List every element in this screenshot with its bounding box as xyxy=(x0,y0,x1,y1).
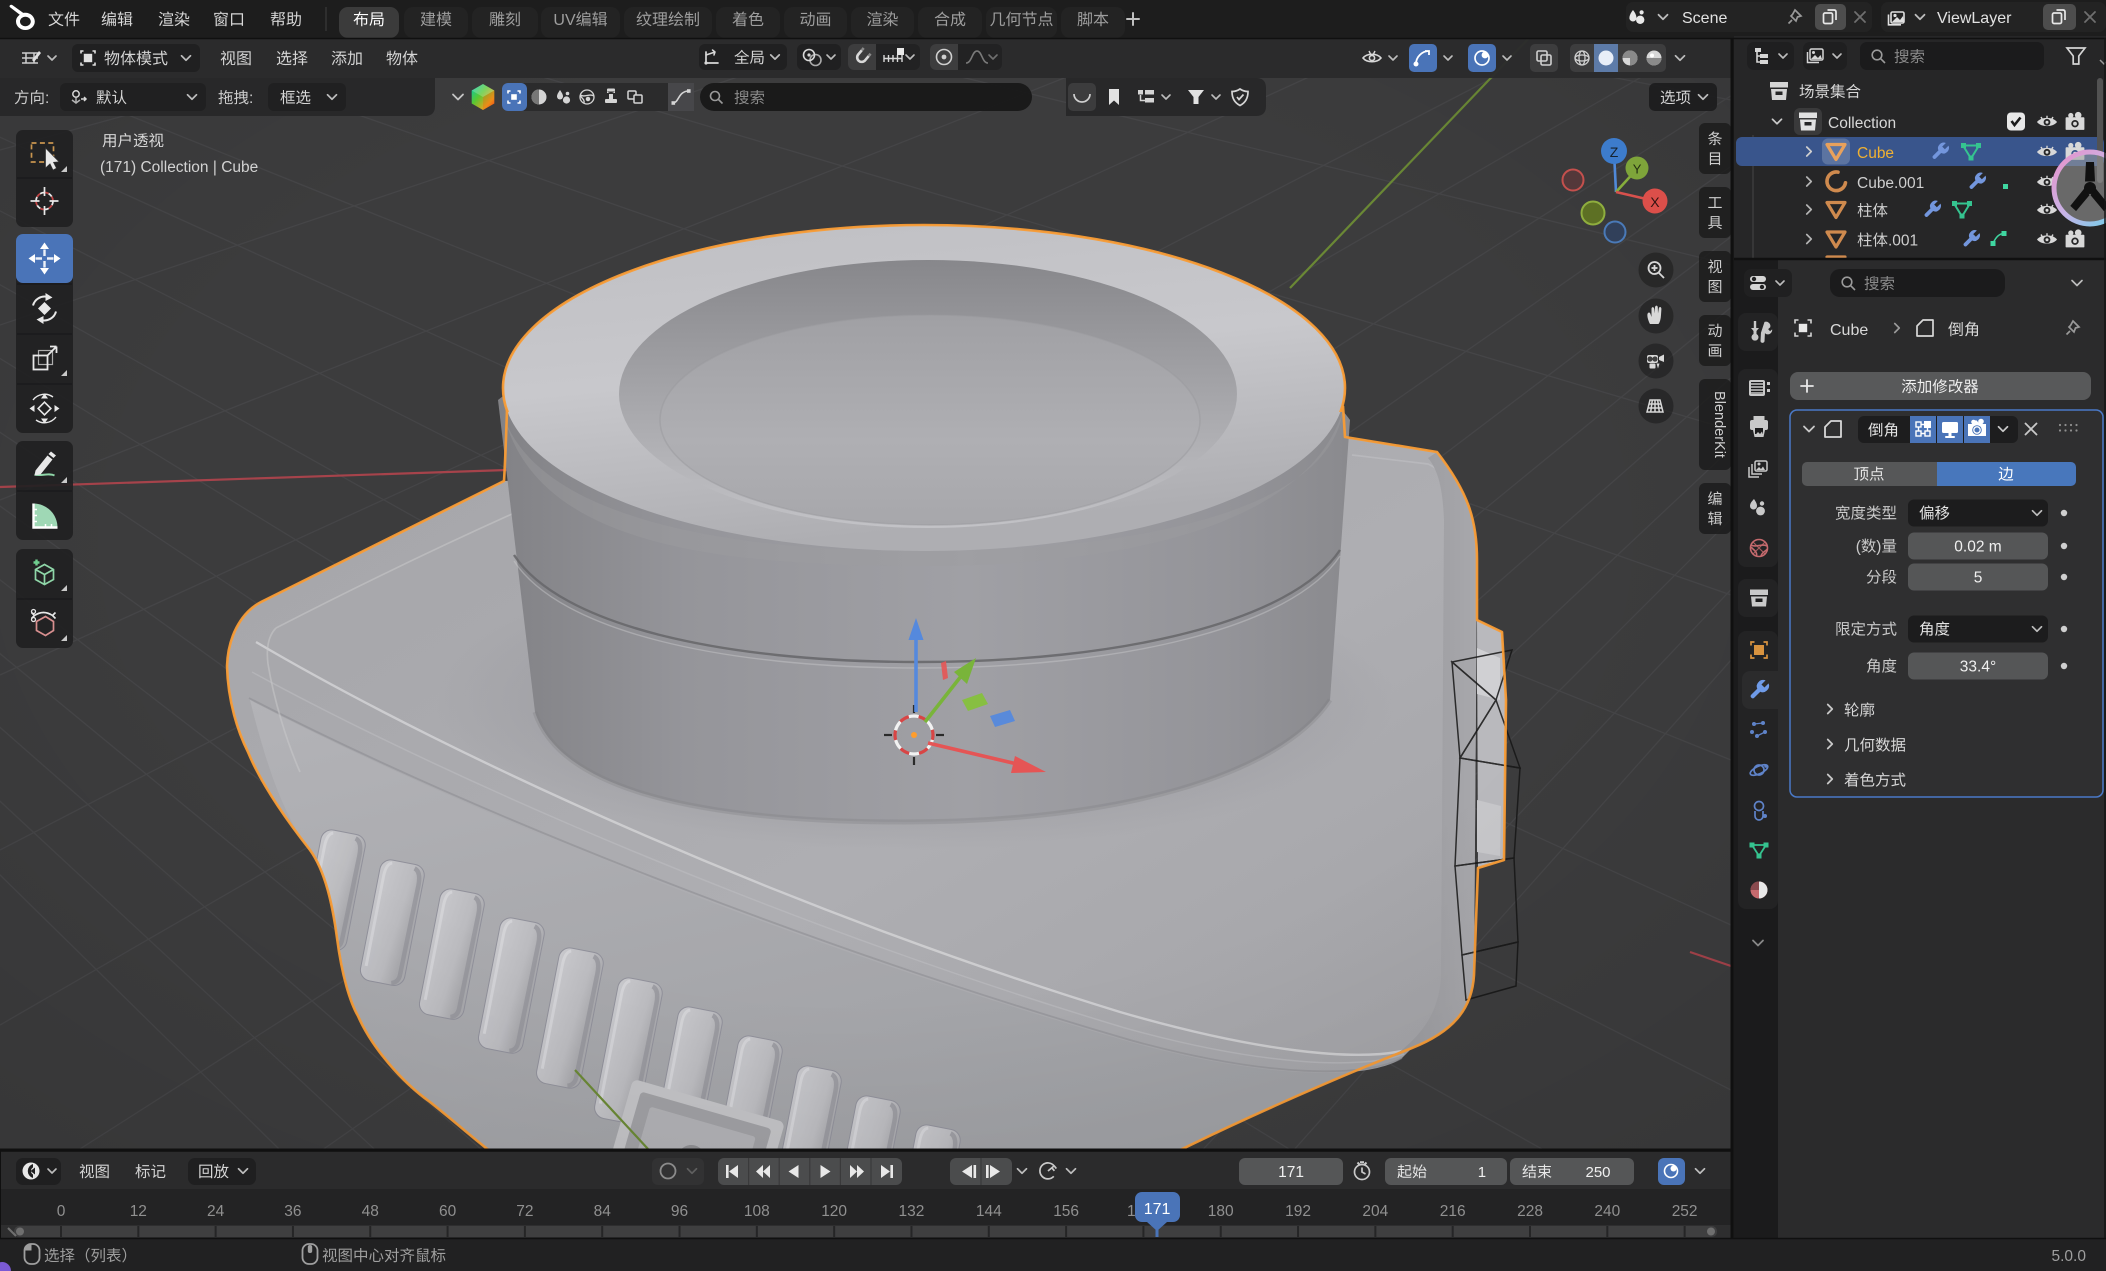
svg-text:228: 228 xyxy=(1517,1203,1543,1220)
svg-text:120: 120 xyxy=(821,1203,847,1220)
svg-text:250: 250 xyxy=(1586,1164,1611,1181)
svg-text:72: 72 xyxy=(516,1203,533,1220)
svg-text:5.0.0: 5.0.0 xyxy=(2052,1248,2087,1265)
svg-text:1: 1 xyxy=(1127,1203,1136,1220)
svg-text:156: 156 xyxy=(1053,1203,1079,1220)
svg-text:X: X xyxy=(1650,194,1660,210)
svg-text:84: 84 xyxy=(594,1203,612,1220)
svg-text:1: 1 xyxy=(1478,1164,1486,1181)
svg-text:132: 132 xyxy=(899,1203,925,1220)
svg-text:(171) Collection | Cube: (171) Collection | Cube xyxy=(100,159,258,176)
svg-text:Cube: Cube xyxy=(1857,145,1894,162)
svg-text:96: 96 xyxy=(671,1203,688,1220)
svg-text:): ) xyxy=(1876,539,1881,556)
svg-text:144: 144 xyxy=(976,1203,1002,1220)
svg-text:36: 36 xyxy=(284,1203,301,1220)
svg-text:108: 108 xyxy=(744,1203,770,1220)
svg-text:.001: .001 xyxy=(1888,233,1918,250)
svg-text:24: 24 xyxy=(207,1203,225,1220)
svg-text:192: 192 xyxy=(1285,1203,1311,1220)
svg-text:12: 12 xyxy=(130,1203,147,1220)
svg-text:Z: Z xyxy=(1610,144,1619,160)
svg-text:48: 48 xyxy=(362,1203,379,1220)
svg-text:171: 171 xyxy=(1278,1164,1304,1181)
svg-text::: : xyxy=(249,90,253,107)
svg-text:UV: UV xyxy=(553,12,576,29)
svg-text:204: 204 xyxy=(1362,1203,1388,1220)
svg-text:Collection: Collection xyxy=(1828,115,1896,132)
svg-text:0: 0 xyxy=(57,1203,66,1220)
svg-text:Cube: Cube xyxy=(1830,322,1868,339)
svg-text::: : xyxy=(45,90,49,107)
svg-text:Scene: Scene xyxy=(1682,10,1727,27)
svg-text:240: 240 xyxy=(1594,1203,1620,1220)
svg-text:180: 180 xyxy=(1208,1203,1234,1220)
svg-text:BlenderKit: BlenderKit xyxy=(1711,391,1727,458)
svg-text:Y: Y xyxy=(1633,162,1642,177)
svg-text:(: ( xyxy=(1856,539,1862,556)
svg-text:5: 5 xyxy=(1974,570,1983,587)
svg-text:ViewLayer: ViewLayer xyxy=(1937,10,2012,27)
svg-text:0.02 m: 0.02 m xyxy=(1954,539,2001,556)
svg-text:Cube.001: Cube.001 xyxy=(1857,175,1924,192)
svg-text:252: 252 xyxy=(1672,1203,1698,1220)
svg-text:216: 216 xyxy=(1440,1203,1466,1220)
svg-text:171: 171 xyxy=(1144,1201,1171,1218)
svg-text:60: 60 xyxy=(439,1203,457,1220)
svg-text:33.4°: 33.4° xyxy=(1960,659,1996,676)
